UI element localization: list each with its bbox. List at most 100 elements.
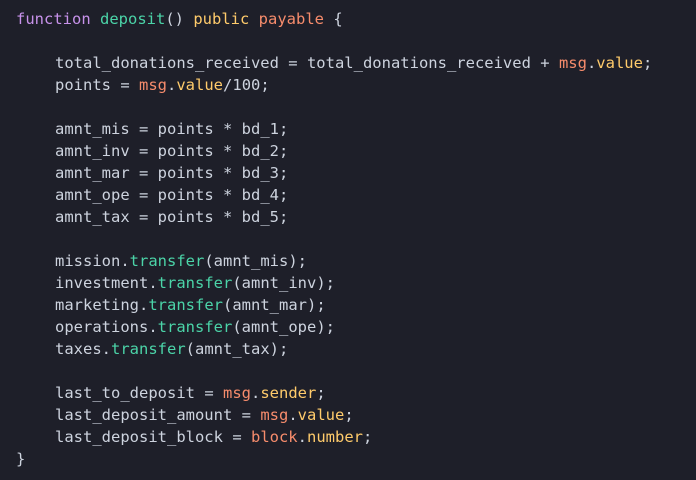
code-token: ; xyxy=(344,406,354,424)
code-token: value xyxy=(596,54,643,72)
code-token: points xyxy=(157,186,214,204)
code-token: . xyxy=(120,252,130,270)
code-line: amnt_mar = points * bd_3; xyxy=(0,162,696,184)
code-token: transfer xyxy=(157,318,233,336)
code-line: last_deposit_amount = msg.value; xyxy=(0,404,696,426)
code-token: (amnt_mis); xyxy=(204,252,307,270)
code-token: value xyxy=(176,76,224,94)
code-token: investment xyxy=(55,274,149,292)
code-token: function xyxy=(16,10,91,28)
code-token: msg xyxy=(558,54,587,72)
code-token: . xyxy=(101,340,112,358)
code-token: last_deposit_amount xyxy=(55,406,233,424)
code-token: payable xyxy=(258,10,324,28)
code-token: amnt_ope xyxy=(55,186,130,204)
code-token: (amnt_ope); xyxy=(232,318,335,336)
code-token: = xyxy=(194,384,223,402)
code-token: * xyxy=(213,186,242,204)
code-token: last_deposit_block xyxy=(55,428,223,446)
code-line: taxes.transfer(amnt_tax); xyxy=(0,338,696,360)
code-token: total_donations_received xyxy=(306,54,531,72)
code-token: . xyxy=(297,428,307,446)
code-token: block xyxy=(250,428,298,446)
code-token: (amnt_inv); xyxy=(232,274,335,292)
code-token: (amnt_mar); xyxy=(223,296,326,314)
code-token: ; xyxy=(363,428,373,446)
code-line: last_to_deposit = msg.sender; xyxy=(0,382,696,404)
code-token: amnt_inv xyxy=(55,142,130,160)
code-token: = xyxy=(129,120,158,138)
code-token: + xyxy=(530,54,559,72)
code-line: marketing.transfer(amnt_mar); xyxy=(0,294,696,316)
code-token: . xyxy=(148,318,158,336)
code-token: . xyxy=(288,406,298,424)
code-token: marketing xyxy=(55,296,139,314)
code-token: bd_4 xyxy=(241,186,279,204)
code-token: points xyxy=(157,208,214,226)
code-token: ; xyxy=(278,186,289,204)
code-token: amnt_tax xyxy=(55,208,130,226)
code-line: amnt_ope = points * bd_4; xyxy=(0,184,696,206)
code-token: ; xyxy=(278,164,289,182)
code-token: last_to_deposit xyxy=(55,384,195,402)
code-token: ; xyxy=(642,54,653,72)
code-token: points xyxy=(55,76,111,94)
code-line: amnt_mis = points * bd_1; xyxy=(0,118,696,140)
code-token: * xyxy=(213,120,242,138)
code-line: mission.transfer(amnt_mis); xyxy=(0,250,696,272)
code-line: amnt_inv = points * bd_2; xyxy=(0,140,696,162)
code-token: deposit xyxy=(100,10,166,28)
code-token: * xyxy=(213,164,242,182)
code-token: points xyxy=(157,142,214,160)
code-line: } xyxy=(0,448,696,470)
code-token: { xyxy=(324,10,343,28)
code-line: total_donations_received = total_donatio… xyxy=(0,52,696,74)
code-token: bd_2 xyxy=(241,142,279,160)
code-token: ; xyxy=(278,120,289,138)
code-token: msg xyxy=(139,76,167,94)
code-token: ; xyxy=(278,208,289,226)
code-token: amnt_mis xyxy=(55,120,130,138)
code-token: . xyxy=(139,296,149,314)
code-editor[interactable]: function deposit() public payable { total… xyxy=(0,0,696,480)
code-token: msg xyxy=(222,384,251,402)
code-token: total_donations_received xyxy=(55,54,279,72)
code-token: . xyxy=(148,274,158,292)
code-token: = xyxy=(111,76,139,94)
code-token: . xyxy=(167,76,177,94)
code-token: / xyxy=(223,76,233,94)
code-token: = xyxy=(129,164,158,182)
code-token: * xyxy=(213,208,242,226)
code-token: bd_1 xyxy=(241,120,279,138)
code-token: public xyxy=(193,10,250,28)
code-line: points = msg.value/100; xyxy=(0,74,696,96)
code-token: ; xyxy=(260,76,270,94)
code-token: mission xyxy=(55,252,121,270)
code-token: * xyxy=(213,142,242,160)
code-token: transfer xyxy=(148,296,223,314)
code-token: = xyxy=(222,428,251,446)
code-token: amnt_mar xyxy=(55,164,130,182)
code-token: = xyxy=(129,208,158,226)
code-token: (amnt_tax); xyxy=(185,340,289,358)
code-line: investment.transfer(amnt_inv); xyxy=(0,272,696,294)
code-line: operations.transfer(amnt_ope); xyxy=(0,316,696,338)
code-token: points xyxy=(157,120,214,138)
code-token: value xyxy=(297,406,345,424)
code-token: } xyxy=(16,450,26,468)
code-token: = xyxy=(129,186,158,204)
code-token: ; xyxy=(316,384,326,402)
code-token: 100 xyxy=(232,76,261,94)
code-token: sender xyxy=(260,384,317,402)
code-token: transfer xyxy=(157,274,233,292)
code-token: transfer xyxy=(111,340,186,358)
code-token: = xyxy=(129,142,158,160)
code-line: function deposit() public payable { xyxy=(0,8,696,30)
code-token: . xyxy=(250,384,261,402)
code-token: ; xyxy=(278,142,289,160)
